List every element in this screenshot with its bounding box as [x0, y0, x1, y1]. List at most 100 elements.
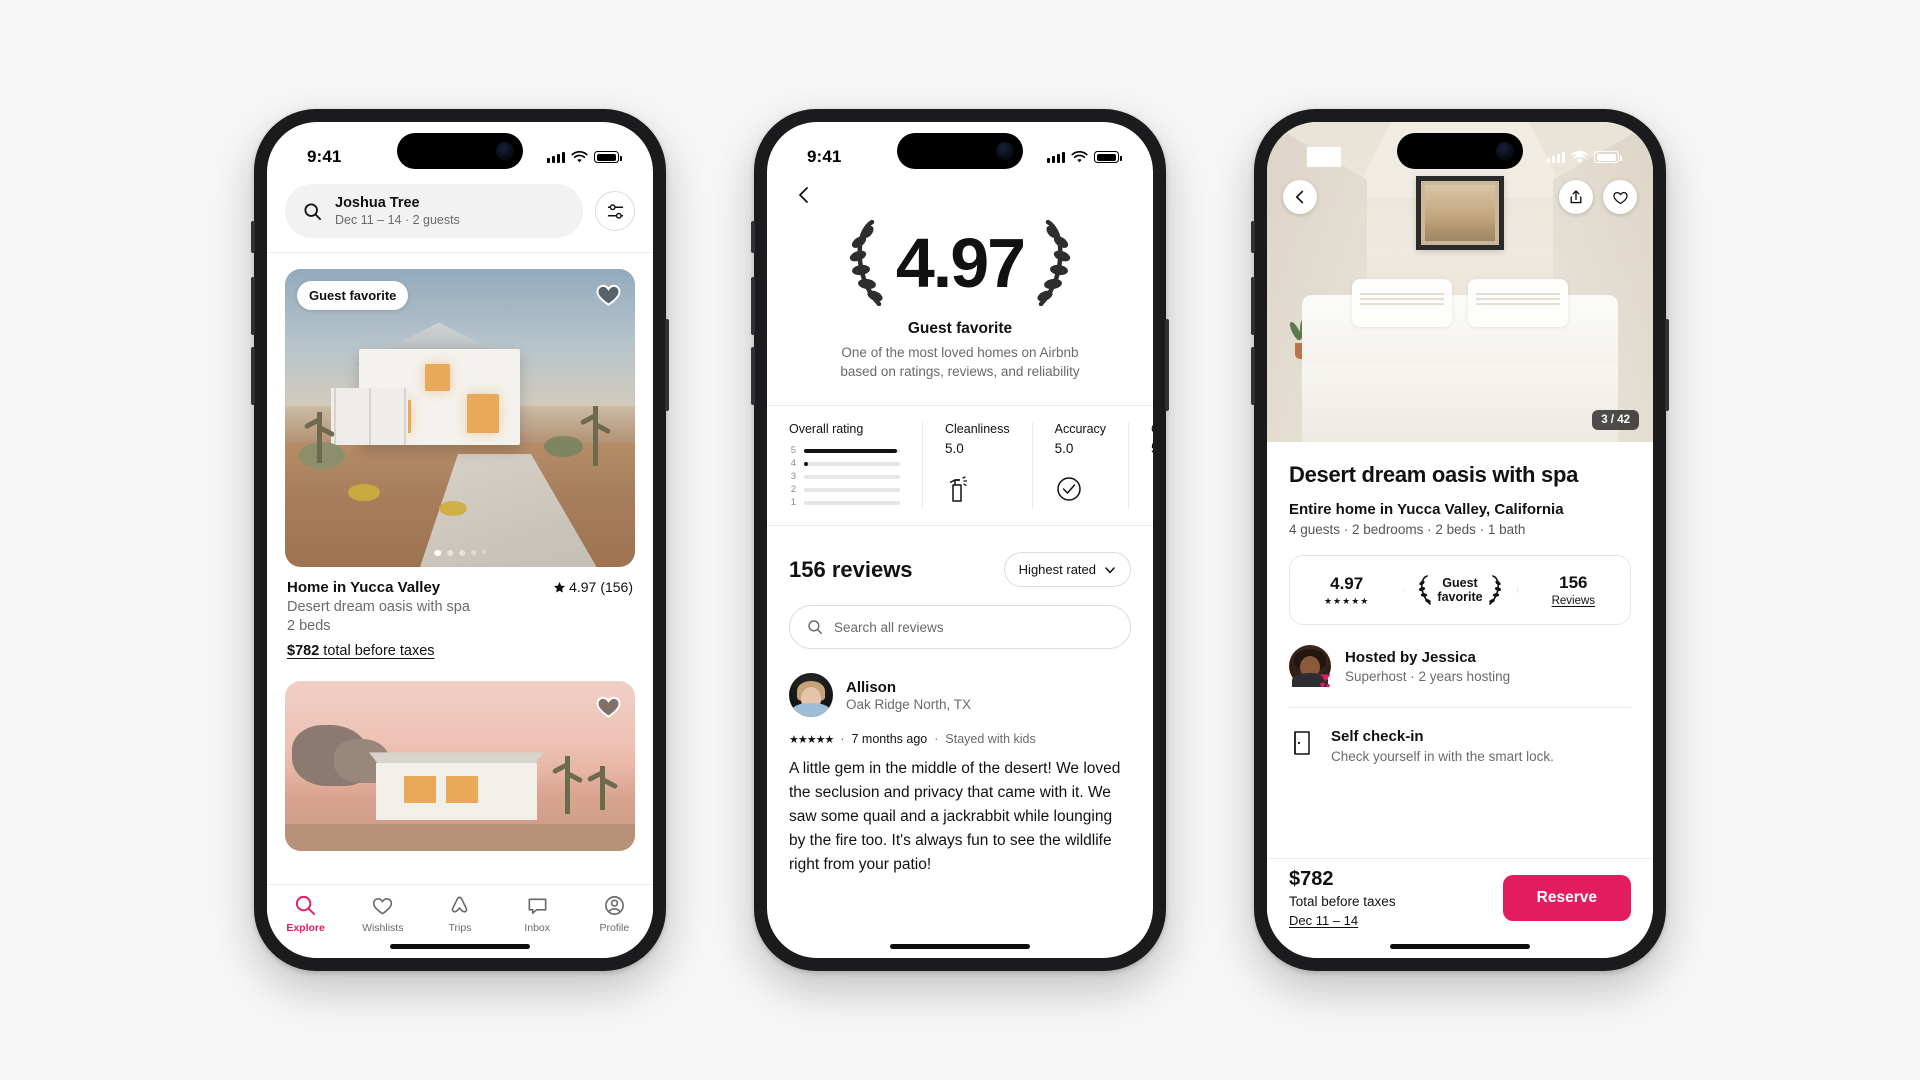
- search-input[interactable]: Joshua Tree Dec 11 – 14 · 2 guests: [285, 184, 583, 238]
- screenshot-stage: 9:41 Joshua Tree Dec 11 – 14 · 2 guests …: [0, 0, 1920, 1080]
- status-time: 9:41: [1307, 147, 1342, 167]
- metric-value: 5.0: [1151, 441, 1153, 456]
- phone-explore: 9:41 Joshua Tree Dec 11 – 14 · 2 guests …: [251, 109, 669, 971]
- chevron-left-icon: [799, 187, 808, 203]
- rating-count: (156): [600, 579, 633, 595]
- listing-card[interactable]: [267, 659, 653, 851]
- review-time: 7 months ago: [851, 732, 928, 747]
- reviews-body: 4.97 Guest favorite One of the most love…: [767, 178, 1153, 958]
- home-indicator: [390, 944, 530, 949]
- listing-card[interactable]: Guest favorite Home in Yucca Valley 4.97…: [267, 253, 653, 659]
- dynamic-island: [397, 133, 523, 169]
- listing-hero-photo[interactable]: 9:41 3 / 42: [1267, 122, 1653, 442]
- tab-wishlists[interactable]: Wishlists: [344, 894, 421, 934]
- mute-switch[interactable]: [1251, 221, 1255, 253]
- rating-metrics[interactable]: Overall rating 5 4 3 2 1 Cleanliness 5.0…: [767, 405, 1153, 527]
- tab-explore[interactable]: Explore: [267, 894, 344, 934]
- cellular-signal-icon: [547, 151, 565, 163]
- filters-button[interactable]: [595, 191, 635, 231]
- favorite-button[interactable]: [595, 693, 622, 725]
- mute-switch[interactable]: [251, 221, 255, 253]
- tab-inbox[interactable]: Inbox: [499, 894, 576, 934]
- amenity-title: Self check-in: [1331, 728, 1424, 745]
- price-suffix: total before taxes: [319, 643, 435, 659]
- guest-favorite-label-2: favorite: [1437, 590, 1483, 604]
- wifi-icon: [1071, 150, 1088, 162]
- battery-icon: [594, 151, 622, 163]
- cellular-signal-icon: [1547, 151, 1565, 163]
- host-row[interactable]: Hosted by Jessica Superhost · 2 years ho…: [1289, 625, 1631, 708]
- laurel-left-icon: [1419, 575, 1432, 605]
- amenity-highlight: Self check-in Check yourself in with the…: [1289, 708, 1631, 764]
- tab-label: Trips: [448, 922, 472, 934]
- share-button[interactable]: [1559, 180, 1593, 214]
- listings-scroll[interactable]: Guest favorite Home in Yucca Valley 4.97…: [267, 253, 653, 958]
- tab-trips[interactable]: Trips: [421, 894, 498, 934]
- message-icon: [528, 898, 547, 914]
- booking-total-label: Total before taxes: [1289, 893, 1396, 909]
- photo-counter: 3 / 42: [1592, 410, 1639, 430]
- bar-label: 5: [790, 445, 796, 457]
- favorite-button[interactable]: [595, 281, 622, 313]
- back-button[interactable]: [1283, 180, 1317, 214]
- superhost-badge-icon: [1320, 674, 1331, 688]
- heart-icon: [1612, 191, 1628, 204]
- wifi-icon: [571, 150, 588, 162]
- status-time: 9:41: [307, 147, 342, 166]
- reviews-nav: [767, 178, 1153, 210]
- screen-explore: 9:41 Joshua Tree Dec 11 – 14 · 2 guests …: [267, 122, 653, 958]
- rating-bar-row: 2: [789, 483, 900, 496]
- booking-bar: $782 Total before taxes Dec 11 – 14 Rese…: [1267, 858, 1653, 958]
- listing-beds: 2 beds: [287, 618, 331, 634]
- sort-dropdown[interactable]: Highest rated: [1003, 552, 1131, 588]
- metric-value: 5.0: [945, 441, 964, 457]
- host-meta: Superhost · 2 years hosting: [1345, 668, 1511, 684]
- booking-price-block: $782 Total before taxes Dec 11 – 14: [1289, 868, 1396, 928]
- reviews-count-cell[interactable]: 156 Reviews: [1516, 573, 1630, 607]
- listing-photo[interactable]: Guest favorite: [285, 269, 635, 567]
- rating-bar-row: 1: [789, 496, 900, 509]
- listing-subtitle: Desert dream oasis with spa: [287, 599, 470, 615]
- review-text: A little gem in the middle of the desert…: [789, 760, 1121, 874]
- reviewer[interactable]: Allison Oak Ridge North, TX: [789, 673, 1131, 718]
- photo-desert-home: [285, 269, 635, 567]
- listing-photo-actions: [1283, 180, 1637, 214]
- sort-label: Highest rated: [1018, 562, 1096, 578]
- mute-switch[interactable]: [751, 221, 755, 253]
- status-indicators: [547, 150, 622, 164]
- rating-summary-card[interactable]: 4.97 ★★★★★ Guest favorite 156 Reviews: [1289, 555, 1631, 625]
- tab-profile[interactable]: Profile: [576, 894, 653, 934]
- listing-title: Home in Yucca Valley: [287, 579, 441, 596]
- laurel-right-icon: [1037, 220, 1071, 306]
- listing-price[interactable]: $782 total before taxes: [287, 643, 633, 659]
- reviews-search-placeholder: Search all reviews: [834, 619, 944, 635]
- back-button[interactable]: [789, 180, 819, 210]
- favorite-button[interactable]: [1603, 180, 1637, 214]
- listing-photo[interactable]: [285, 681, 635, 851]
- rating-bar-row: 5: [789, 444, 900, 457]
- booking-dates[interactable]: Dec 11 – 14: [1289, 913, 1396, 928]
- booking-price: $782: [1289, 867, 1334, 890]
- power-button[interactable]: [665, 319, 669, 411]
- power-button[interactable]: [1665, 319, 1669, 411]
- hero-score-row: 4.97: [793, 220, 1127, 306]
- screen-listing: 9:41 3 / 42 Desert dream oasis with spa …: [1267, 122, 1653, 958]
- airbnb-icon: [452, 896, 468, 913]
- reviews-search-input[interactable]: Search all reviews: [789, 605, 1131, 650]
- battery-icon: [1594, 151, 1622, 163]
- share-icon: [1570, 190, 1582, 204]
- review-stars: ★★★★★: [789, 733, 834, 746]
- rating-value: 4.97: [569, 579, 597, 595]
- power-button[interactable]: [1165, 319, 1169, 411]
- bar-label: 1: [790, 497, 796, 509]
- metric-icon-wrap: [1055, 474, 1106, 504]
- reviewer-name: Allison: [846, 678, 897, 696]
- avatar: [1289, 645, 1331, 688]
- reviews-count: 156: [1559, 573, 1588, 592]
- host-name: Hosted by Jessica: [1345, 648, 1476, 666]
- rating-stars: ★★★★★: [1323, 595, 1370, 606]
- home-indicator: [1390, 944, 1530, 949]
- tab-label: Wishlists: [362, 922, 404, 934]
- rating-distribution: 5 4 3 2 1: [789, 444, 900, 509]
- reserve-button[interactable]: Reserve: [1502, 874, 1631, 921]
